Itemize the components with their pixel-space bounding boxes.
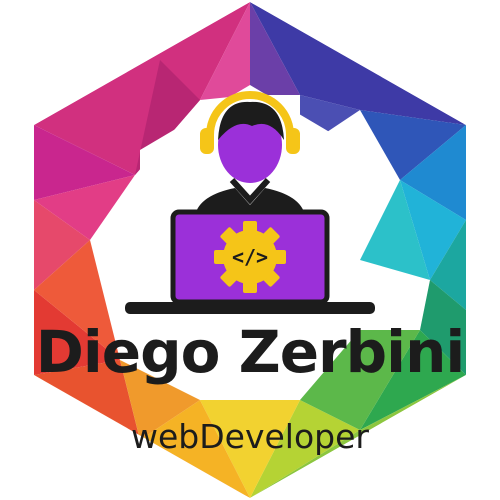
code-symbol: </> <box>232 245 268 269</box>
gear-icon: </> <box>214 221 286 293</box>
owner-name: Diego Zerbini <box>35 318 466 386</box>
owner-role: webDeveloper <box>131 417 369 456</box>
